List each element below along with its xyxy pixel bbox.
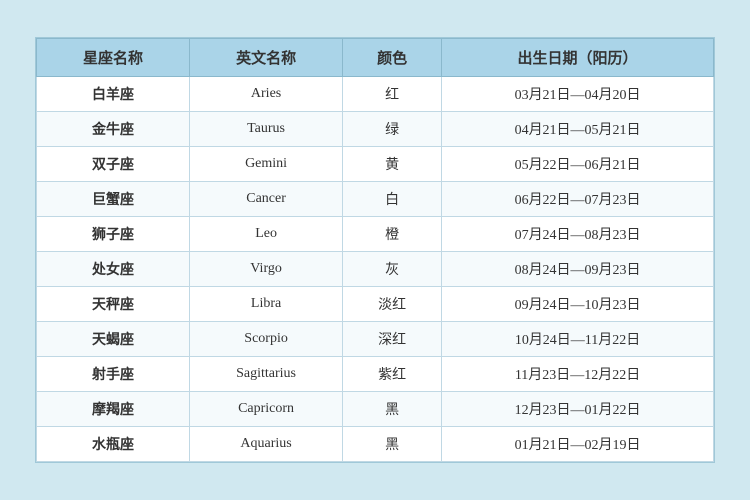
english-name: Libra: [190, 287, 343, 322]
chinese-name: 白羊座: [37, 77, 190, 112]
table-row: 水瓶座Aquarius黑01月21日—02月19日: [37, 427, 714, 462]
color-name: 橙: [343, 217, 442, 252]
chinese-name: 水瓶座: [37, 427, 190, 462]
color-name: 深红: [343, 322, 442, 357]
table-row: 处女座Virgo灰08月24日—09月23日: [37, 252, 714, 287]
chinese-name: 金牛座: [37, 112, 190, 147]
color-name: 绿: [343, 112, 442, 147]
english-name: Aquarius: [190, 427, 343, 462]
table-row: 狮子座Leo橙07月24日—08月23日: [37, 217, 714, 252]
color-name: 黄: [343, 147, 442, 182]
birth-dates: 08月24日—09月23日: [442, 252, 714, 287]
chinese-name: 摩羯座: [37, 392, 190, 427]
table-row: 金牛座Taurus绿04月21日—05月21日: [37, 112, 714, 147]
english-name: Capricorn: [190, 392, 343, 427]
birth-dates: 01月21日—02月19日: [442, 427, 714, 462]
header-english-name: 英文名称: [190, 39, 343, 77]
english-name: Scorpio: [190, 322, 343, 357]
table-row: 双子座Gemini黄05月22日—06月21日: [37, 147, 714, 182]
table-header-row: 星座名称 英文名称 颜色 出生日期（阳历）: [37, 39, 714, 77]
birth-dates: 10月24日—11月22日: [442, 322, 714, 357]
english-name: Gemini: [190, 147, 343, 182]
table-row: 白羊座Aries红03月21日—04月20日: [37, 77, 714, 112]
birth-dates: 06月22日—07月23日: [442, 182, 714, 217]
chinese-name: 天蝎座: [37, 322, 190, 357]
english-name: Sagittarius: [190, 357, 343, 392]
table-row: 天蝎座Scorpio深红10月24日—11月22日: [37, 322, 714, 357]
header-color: 颜色: [343, 39, 442, 77]
color-name: 白: [343, 182, 442, 217]
birth-dates: 07月24日—08月23日: [442, 217, 714, 252]
english-name: Aries: [190, 77, 343, 112]
color-name: 黑: [343, 427, 442, 462]
color-name: 黑: [343, 392, 442, 427]
header-birthdate: 出生日期（阳历）: [442, 39, 714, 77]
header-chinese-name: 星座名称: [37, 39, 190, 77]
birth-dates: 12月23日—01月22日: [442, 392, 714, 427]
chinese-name: 双子座: [37, 147, 190, 182]
english-name: Taurus: [190, 112, 343, 147]
table-row: 射手座Sagittarius紫红11月23日—12月22日: [37, 357, 714, 392]
color-name: 紫红: [343, 357, 442, 392]
chinese-name: 巨蟹座: [37, 182, 190, 217]
chinese-name: 狮子座: [37, 217, 190, 252]
table-row: 天秤座Libra淡红09月24日—10月23日: [37, 287, 714, 322]
table-row: 摩羯座Capricorn黑12月23日—01月22日: [37, 392, 714, 427]
color-name: 灰: [343, 252, 442, 287]
birth-dates: 03月21日—04月20日: [442, 77, 714, 112]
zodiac-table: 星座名称 英文名称 颜色 出生日期（阳历） 白羊座Aries红03月21日—04…: [35, 37, 715, 463]
chinese-name: 射手座: [37, 357, 190, 392]
birth-dates: 04月21日—05月21日: [442, 112, 714, 147]
birth-dates: 11月23日—12月22日: [442, 357, 714, 392]
table-row: 巨蟹座Cancer白06月22日—07月23日: [37, 182, 714, 217]
color-name: 红: [343, 77, 442, 112]
birth-dates: 05月22日—06月21日: [442, 147, 714, 182]
english-name: Leo: [190, 217, 343, 252]
color-name: 淡红: [343, 287, 442, 322]
birth-dates: 09月24日—10月23日: [442, 287, 714, 322]
chinese-name: 天秤座: [37, 287, 190, 322]
english-name: Virgo: [190, 252, 343, 287]
chinese-name: 处女座: [37, 252, 190, 287]
english-name: Cancer: [190, 182, 343, 217]
